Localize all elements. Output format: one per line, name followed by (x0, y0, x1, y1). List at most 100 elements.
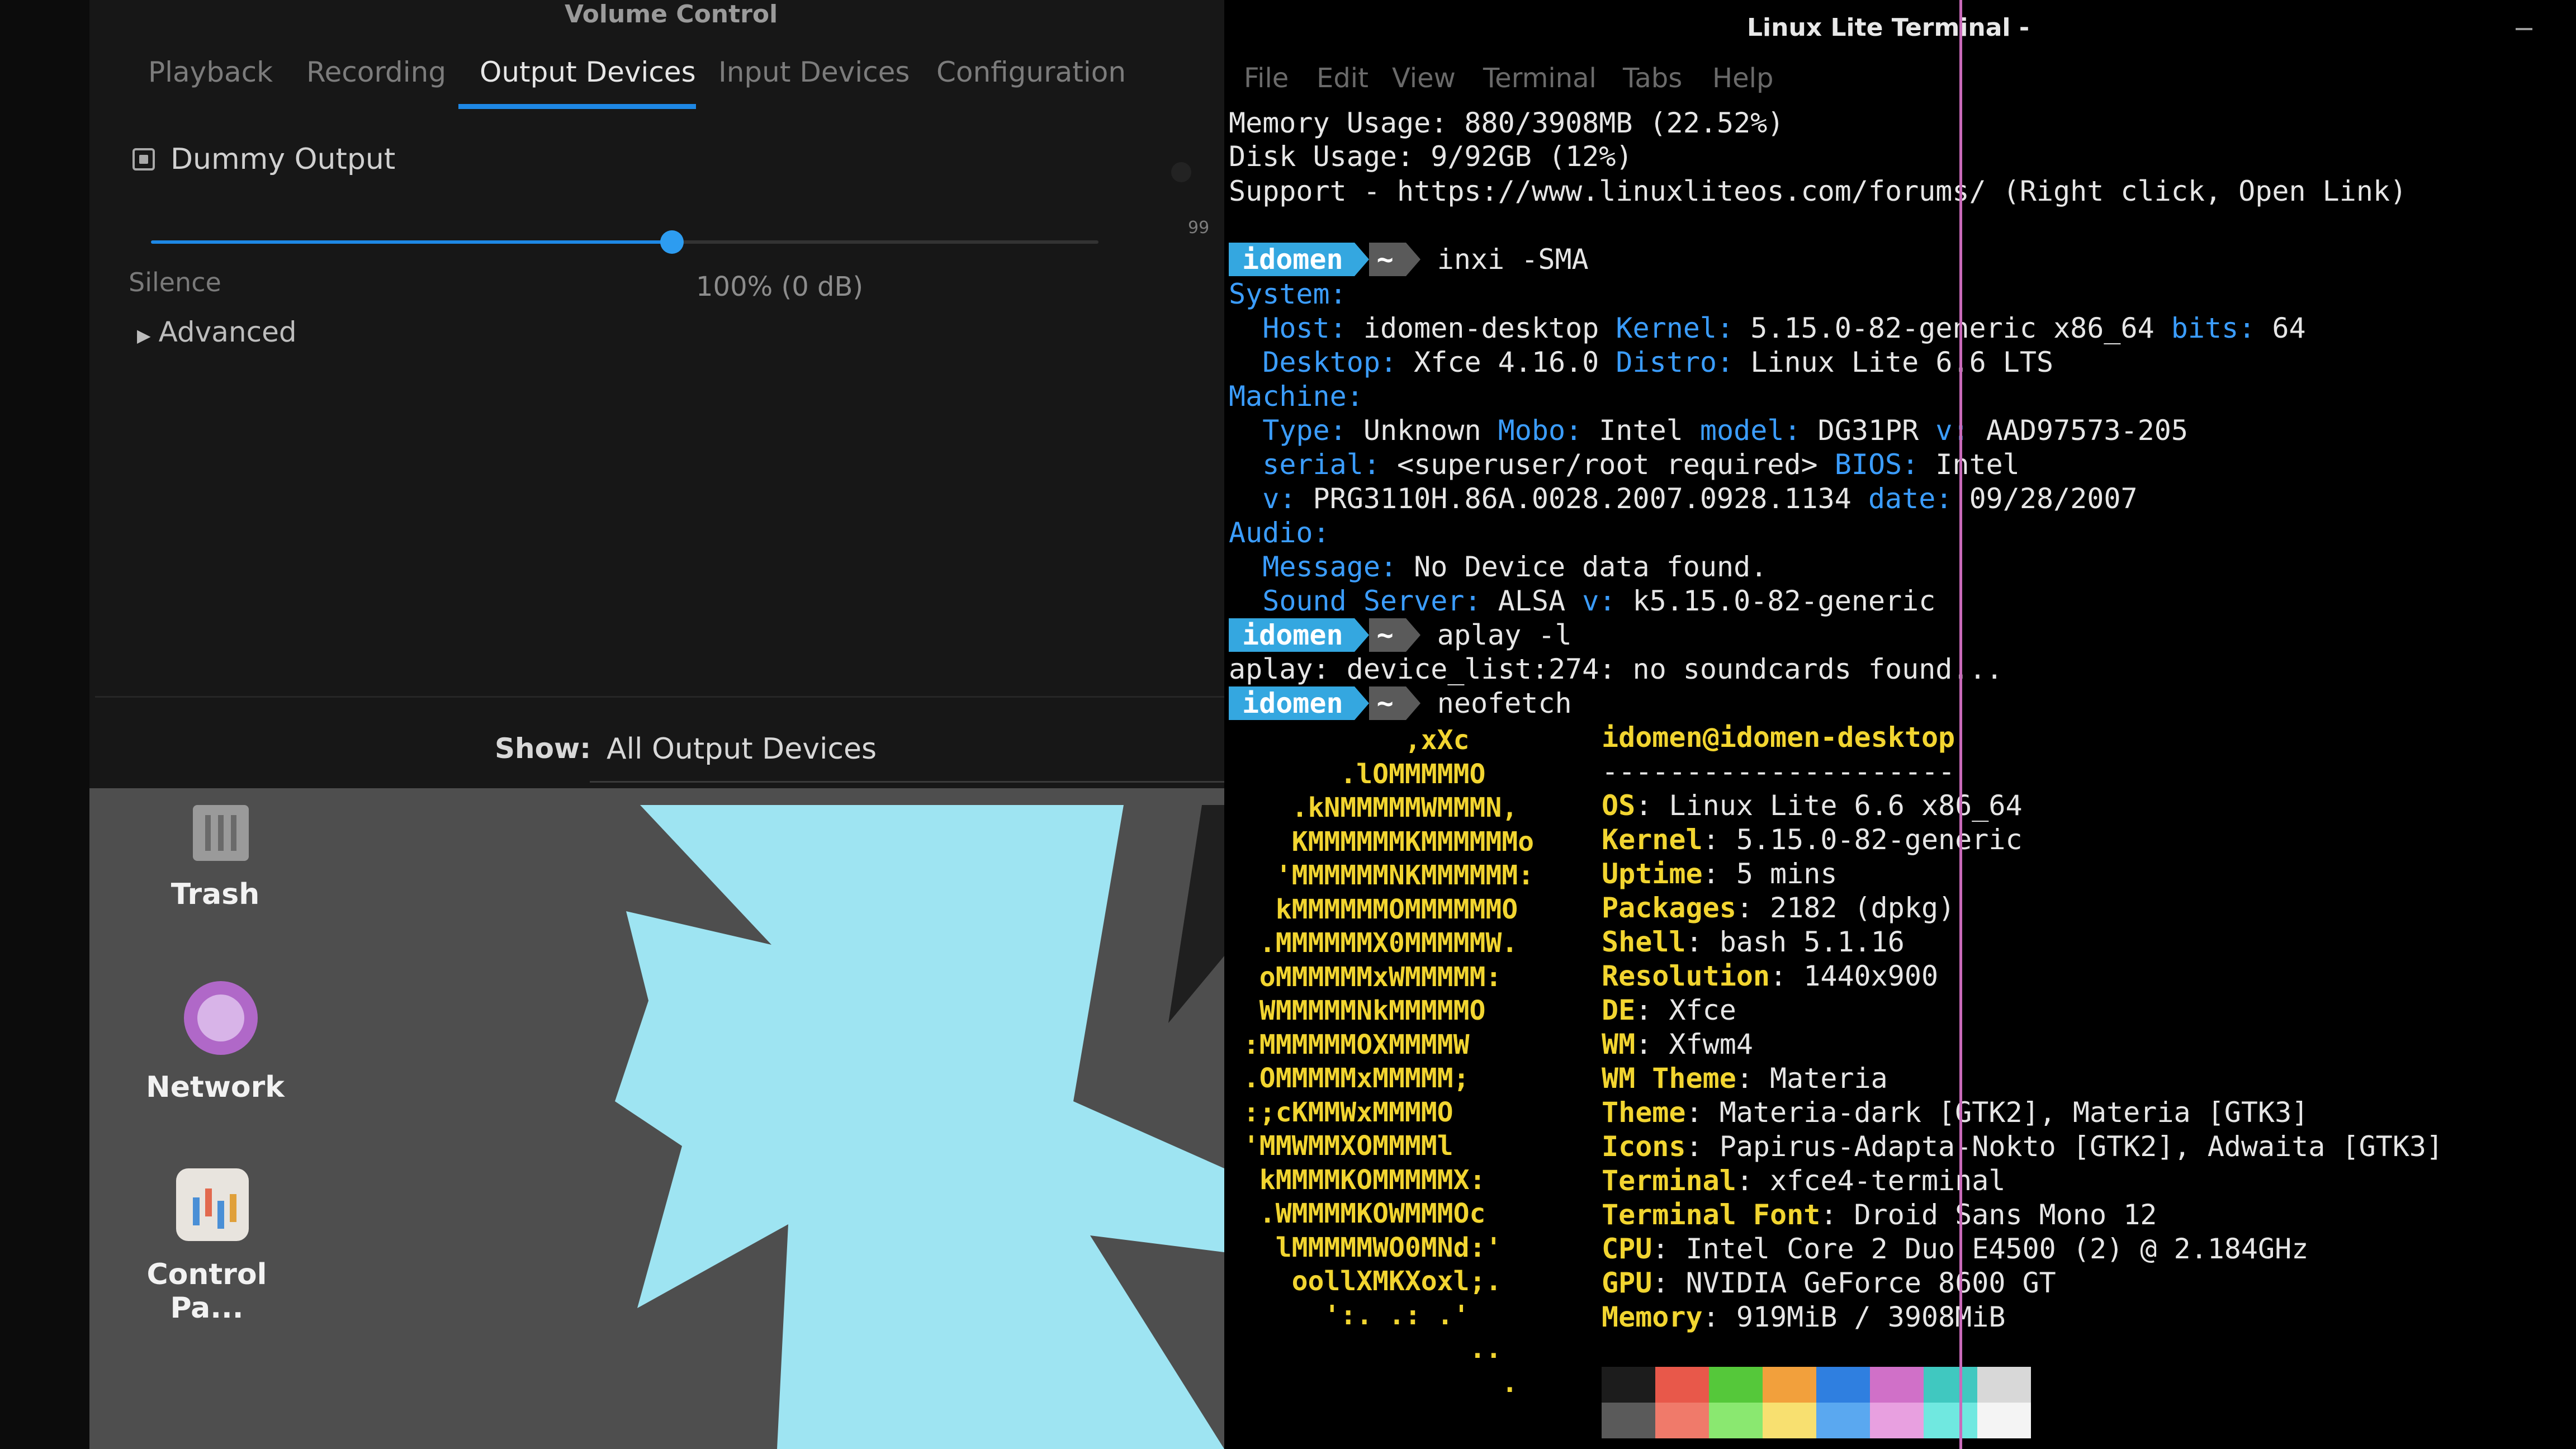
show-label: Show: (495, 732, 591, 765)
neofetch-key: OS (1602, 789, 1636, 822)
advanced-expander[interactable]: ▶ Advanced (137, 316, 297, 348)
palette-swatch (1709, 1367, 1763, 1403)
wallpaper-shape-dark (1168, 805, 1224, 1023)
prompt-dir: ~ (1368, 618, 1406, 652)
neofetch-rule: --------------------- (1602, 755, 1955, 788)
window-edge (0, 0, 89, 1449)
palette-swatch (1602, 1367, 1655, 1403)
neofetch-header: idomen@idomen-desktop (1602, 721, 1955, 754)
prompt-separator-icon (1354, 243, 1369, 276)
volume-slider[interactable] (151, 230, 1098, 254)
volume-control-window: Volume Control Playback Recording Output… (0, 0, 1224, 1449)
inxi-key: BIOS: (1834, 448, 1919, 481)
inxi-key: Type: (1262, 414, 1347, 447)
inxi-key: serial: (1262, 448, 1380, 481)
neofetch-key: WM (1602, 1028, 1636, 1060)
ascii-art-line: oollXMKXoxl;. (1227, 1266, 1502, 1297)
prompt-line: idomen ~ inxi -SMA (1229, 243, 1589, 276)
device-name: Dummy Output (171, 143, 396, 176)
neofetch-field: Uptime: 5 mins (1602, 857, 1837, 891)
menu-tabs[interactable]: Tabs (1623, 63, 1682, 94)
inxi-value: Linux Lite 6.6 LTS (1750, 346, 2054, 378)
palette-swatch (1655, 1367, 1709, 1403)
inxi-value: idomen-desktop (1363, 312, 1599, 344)
lock-channels-icon[interactable] (132, 148, 155, 171)
inxi-key: Message: (1262, 551, 1398, 583)
show-dropdown-value: All Output Devices (607, 732, 877, 766)
tab-input-devices[interactable]: Input Devices (718, 56, 910, 88)
menu-file[interactable]: File (1244, 63, 1289, 94)
inxi-key: bits: (2171, 312, 2256, 344)
ascii-art-line: KMMMMMMKMMMMMMo (1227, 826, 1535, 858)
mute-button[interactable] (1171, 162, 1191, 182)
neofetch-key: GPU (1602, 1267, 1652, 1299)
ascii-art-line: lMMMMMWO0MNd:' (1227, 1232, 1502, 1263)
inxi-key: Host: (1262, 312, 1347, 344)
ascii-art-line: . (1227, 1367, 1518, 1399)
ascii-art-line: :;cKMMWxMMMMO (1227, 1096, 1453, 1128)
menu-help[interactable]: Help (1712, 63, 1773, 94)
tab-configuration[interactable]: Configuration (936, 56, 1126, 88)
neofetch-key: Memory (1602, 1301, 1703, 1333)
menu-edit[interactable]: Edit (1317, 63, 1368, 94)
inxi-value: AAD97573-205 (1986, 414, 2188, 447)
desktop-icon-network[interactable]: Network (131, 981, 299, 1126)
inxi-line: v: PRG3110H.86A.0028.2007.0928.1134 date… (1229, 482, 2137, 515)
neofetch-value: : Xfce (1635, 994, 1736, 1026)
menu-terminal[interactable]: Terminal (1483, 63, 1597, 94)
palette-swatch (1763, 1403, 1816, 1438)
inxi-value: DG31PR (1817, 414, 1919, 447)
show-dropdown[interactable]: All Output Devices (590, 721, 1224, 783)
neofetch-key: CPU (1602, 1233, 1652, 1265)
volume-slider-thumb[interactable] (660, 230, 684, 254)
ascii-art-line: kMMMMMMOMMMMMMO (1227, 893, 1518, 925)
neofetch-key: Uptime (1602, 858, 1703, 890)
neofetch-key: Terminal (1602, 1164, 1736, 1197)
palette-swatch (1816, 1403, 1870, 1438)
advanced-label: Advanced (158, 316, 297, 348)
expander-triangle-icon: ▶ (137, 325, 151, 346)
neofetch-key: Icons (1602, 1130, 1686, 1163)
ascii-art-line: .lOMMMMMO (1227, 758, 1486, 790)
inxi-value: No Device data found. (1414, 551, 1768, 583)
command: inxi -SMA (1437, 243, 1589, 276)
prompt-dir: ~ (1368, 686, 1406, 720)
minimize-icon[interactable] (2516, 28, 2532, 30)
neofetch-field: Terminal Font: Droid Sans Mono 12 (1602, 1198, 2157, 1232)
inxi-value: Intel (1935, 448, 2020, 481)
inxi-line: Host: idomen-desktop Kernel: 5.15.0-82-g… (1229, 311, 2305, 345)
inxi-key: model: (1699, 414, 1801, 447)
wallpaper-shape (615, 805, 1224, 1449)
inxi-value: k5.15.0-82-generic (1632, 585, 1936, 617)
inxi-section: System: (1229, 278, 1347, 310)
neofetch-value: : bash 5.1.16 (1685, 926, 1905, 958)
menu-view[interactable]: View (1392, 63, 1456, 94)
neofetch-value: : Papirus-Adapta-Nokto [GTK2], Adwaita [… (1685, 1130, 2444, 1163)
ascii-art-line: .WMMMMKOWMMMOc (1227, 1198, 1486, 1229)
inxi-value: 5.15.0-82-generic x86_64 (1750, 312, 2154, 344)
ascii-art-line: :MMMMMMOXMMMMW (1227, 1029, 1470, 1060)
tab-playback[interactable]: Playback (148, 56, 273, 88)
neofetch-field: Terminal: xfce4-terminal (1602, 1164, 2005, 1197)
desktop-icon-label: Network (146, 1071, 285, 1104)
neofetch-key: Packages (1602, 892, 1736, 924)
palette-swatch (1655, 1403, 1709, 1438)
tab-recording[interactable]: Recording (306, 56, 446, 88)
inxi-value: PRG3110H.86A.0028.2007.0928.1134 (1313, 482, 1852, 515)
ascii-art-line: 'MMWMMXOMMMMl (1227, 1130, 1453, 1162)
inxi-line: Sound Server: ALSA v: k5.15.0-82-generic (1229, 584, 1935, 618)
palette-swatch (1977, 1367, 2031, 1403)
divider (95, 696, 1224, 698)
desktop-icon-trash[interactable]: Trash (131, 805, 299, 939)
silence-label: Silence (129, 267, 221, 297)
inxi-key: Kernel: (1616, 312, 1734, 344)
palette-swatch (1977, 1403, 2031, 1438)
inxi-key: v: (1582, 585, 1616, 617)
desktop-icon-control-panel[interactable]: Control Pa... (123, 1168, 291, 1325)
tab-output-devices[interactable]: Output Devices (480, 56, 696, 88)
neofetch-value: : Xfwm4 (1635, 1028, 1753, 1060)
inxi-value: Intel (1599, 414, 1683, 447)
neofetch-value: : xfce4-terminal (1736, 1164, 2006, 1197)
neofetch-value: : Materia-dark [GTK2], Materia [GTK3] (1685, 1096, 2309, 1129)
desktop: Trash Network Control Pa... (89, 788, 1224, 1449)
